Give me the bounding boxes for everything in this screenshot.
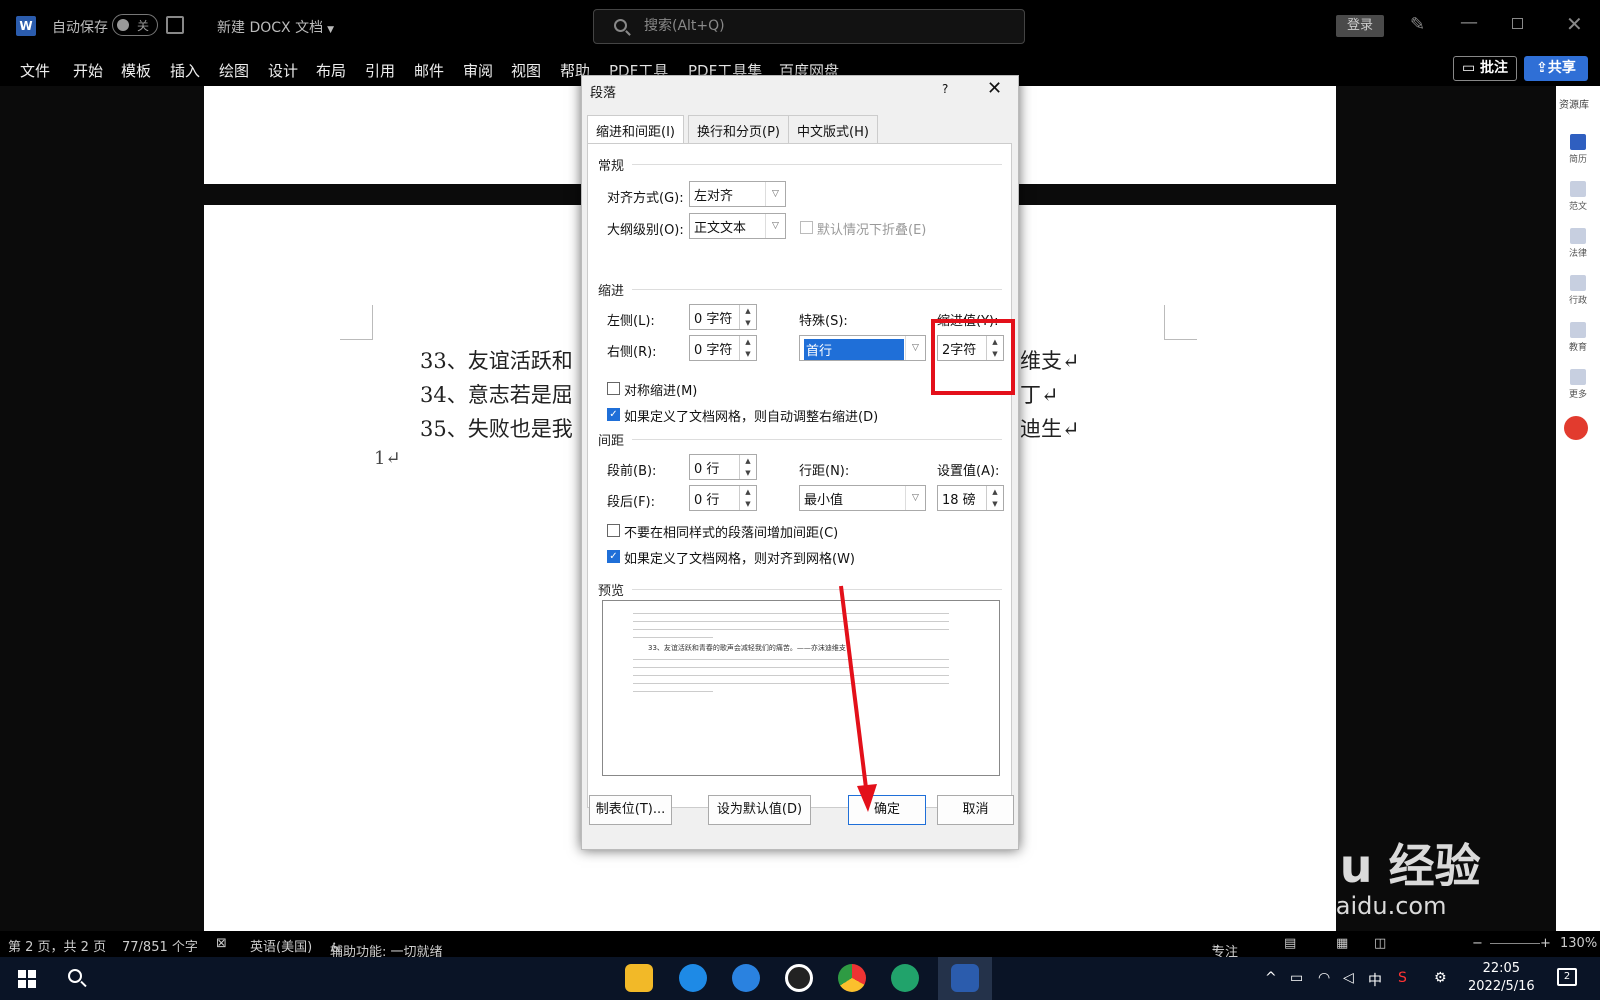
watermark-brand: Bai <box>1225 839 1307 893</box>
watermark-brand2: du <box>1306 839 1373 893</box>
watermark-url: jingyan.baidu.com <box>1225 892 1447 920</box>
baidu-watermark: Baidu 经验 jingyan.baidu.com <box>1225 830 1481 920</box>
arrow-head <box>857 784 877 812</box>
watermark-brand3: 经验 <box>1388 839 1481 893</box>
arrow-shaft <box>839 585 869 797</box>
